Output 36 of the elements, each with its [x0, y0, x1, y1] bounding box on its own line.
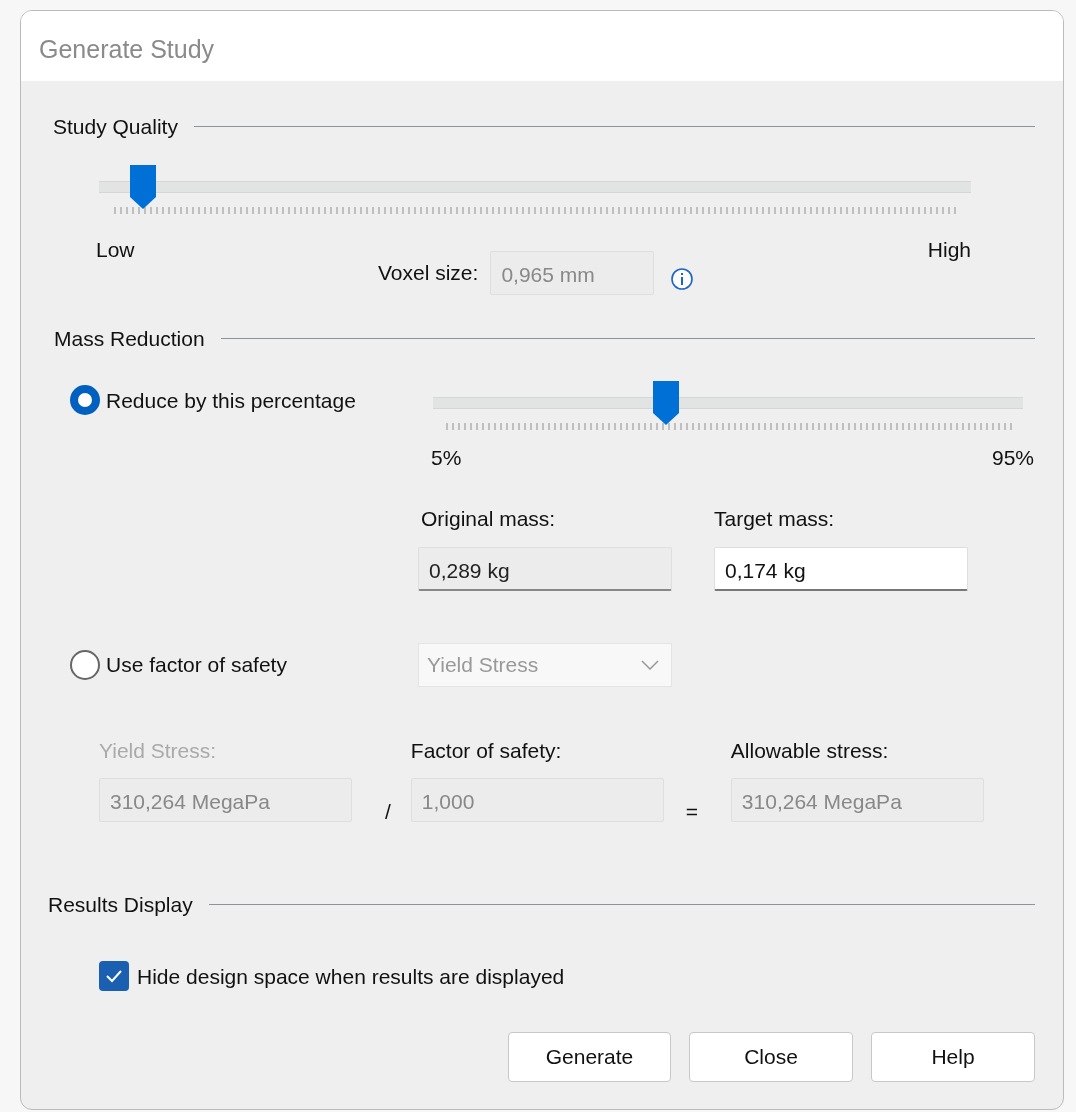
- value-field: 310,264 MegaPa: [730, 778, 984, 822]
- checkbox-label: Hide design space when results are displayed: [137, 963, 565, 990]
- field-label: Original mass:: [421, 506, 557, 532]
- field-label: Voxel size:: [378, 260, 479, 287]
- field-label: Yield Stress:: [99, 737, 218, 764]
- checkmark-icon: [105, 969, 123, 984]
- section-heading: Mass Reduction: [54, 326, 205, 352]
- info-icon[interactable]: [670, 267, 695, 291]
- target-mass-field[interactable]: 0,174 kg: [714, 546, 968, 591]
- max-label: High: [927, 236, 971, 263]
- dialog-button[interactable]: Close: [689, 1032, 853, 1082]
- divide-sign: /: [385, 798, 391, 825]
- option-label: Use factor of safety: [106, 651, 287, 678]
- original-mass-field: 0,289 kg: [418, 546, 672, 591]
- voxel-size-field: 0,965 mm: [490, 251, 655, 295]
- value-field: 1,000: [410, 778, 664, 822]
- checkbox[interactable]: [99, 961, 129, 992]
- min-label: 5%: [431, 444, 462, 471]
- value-field: 310,264 MegaPa: [99, 778, 352, 822]
- radio-button[interactable]: [70, 649, 100, 680]
- window-title: Generate Study: [21, 11, 1063, 81]
- field-label: Factor of safety:: [410, 737, 563, 764]
- slider-thumb[interactable]: [129, 164, 156, 209]
- max-label: 95%: [991, 444, 1034, 471]
- slider-thumb[interactable]: [653, 380, 680, 425]
- min-label: Low: [96, 236, 135, 263]
- dialog-button[interactable]: Help: [871, 1032, 1035, 1082]
- field-label: Allowable stress:: [730, 737, 890, 764]
- chevron-down-icon: [641, 659, 659, 670]
- dialog-button[interactable]: Generate: [508, 1032, 671, 1082]
- equals-sign: =: [685, 798, 700, 825]
- option-label: Reduce by this percentage: [106, 387, 356, 414]
- section-heading: Results Display: [48, 892, 193, 918]
- field-label: Target mass:: [714, 506, 836, 532]
- radio-button[interactable]: [70, 385, 100, 416]
- section-heading: Study Quality: [53, 114, 178, 140]
